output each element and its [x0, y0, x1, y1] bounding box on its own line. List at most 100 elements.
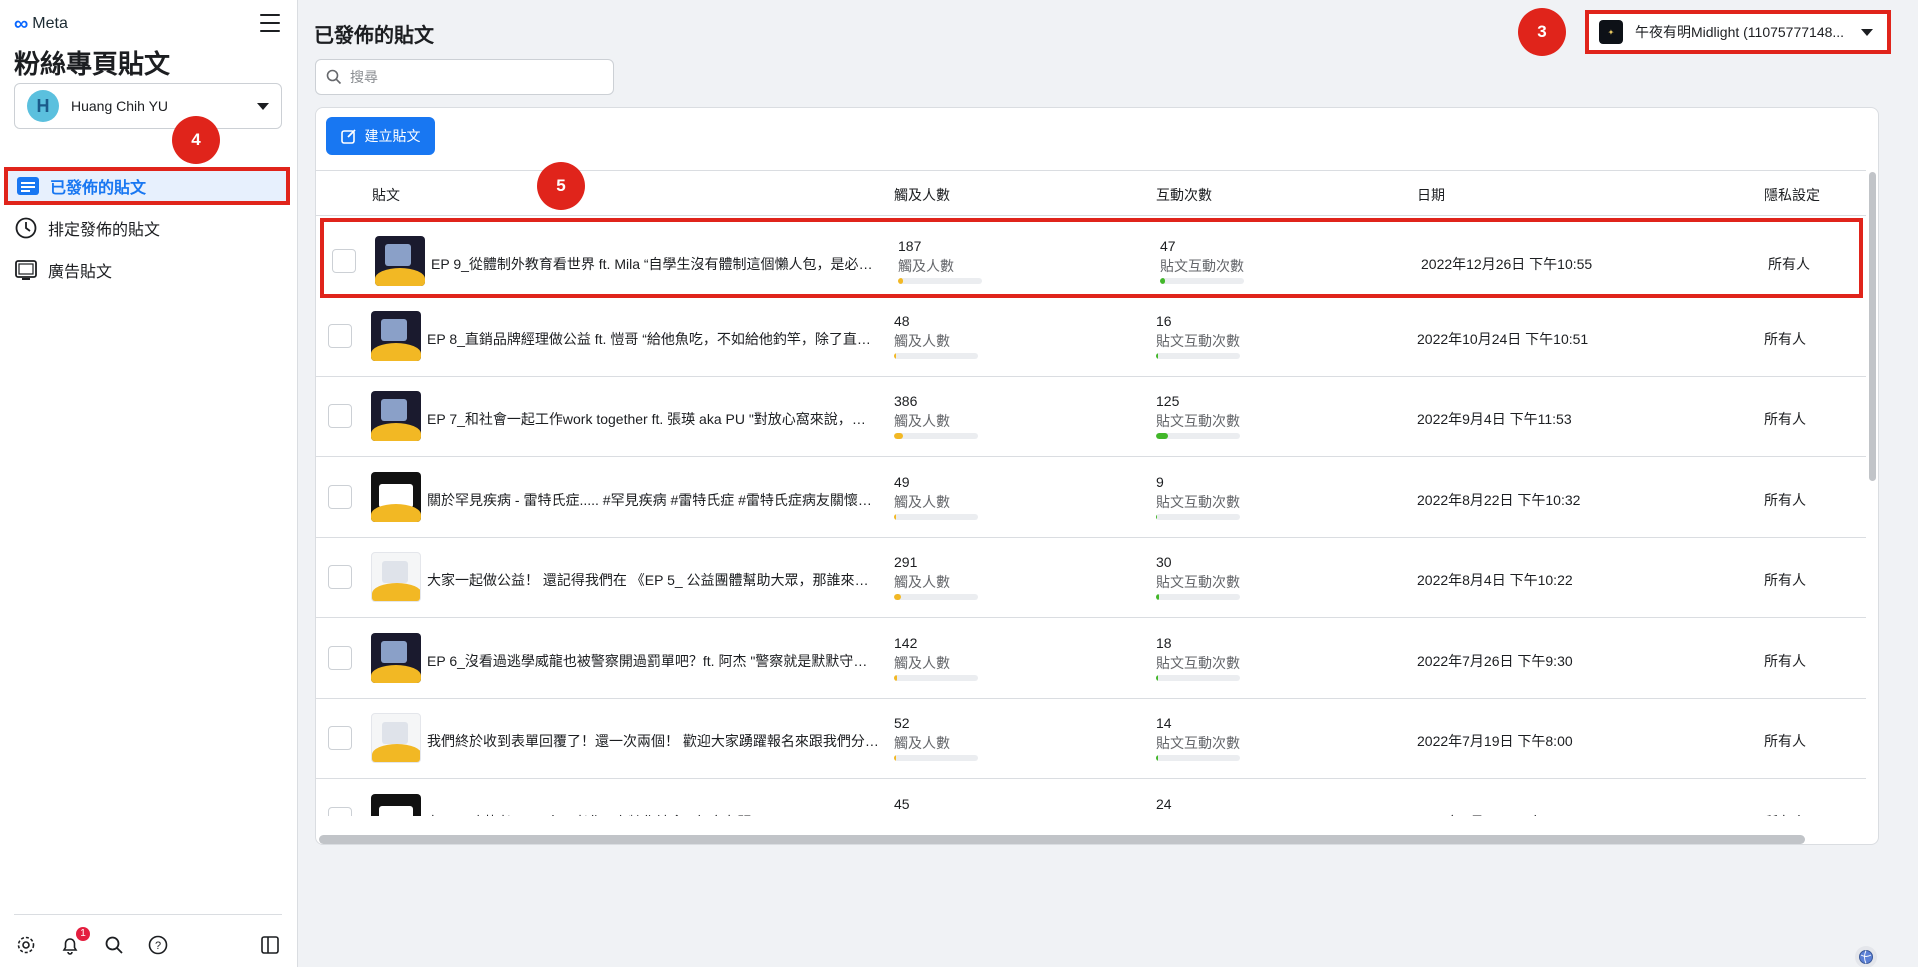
column-header-reach[interactable]: 觸及人數 — [894, 185, 950, 205]
reach-metric: 45 觸及人數 — [894, 796, 978, 816]
avatar: H — [27, 90, 59, 122]
table-row[interactable]: EP 8_直銷品牌經理做公益 ft. 愷哥 “給他魚吃，不如給他釣竿，除了直接…… — [316, 297, 1866, 377]
row-checkbox[interactable] — [332, 249, 356, 273]
create-post-button[interactable]: 建立貼文 — [326, 117, 435, 155]
table-row[interactable]: EP 9_從體制外教育看世界 ft. Mila “自學生沒有體制這個懶人包，是必… — [320, 218, 1863, 298]
reach-metric-bar — [894, 594, 978, 600]
annotation-callout-4: 4 — [172, 116, 220, 164]
sidebar-item-label: 廣告貼文 — [48, 264, 113, 281]
sidebar-item-ad-posts[interactable]: 廣告貼文 — [4, 251, 290, 289]
column-header-engagement[interactable]: 互動次數 — [1156, 185, 1212, 205]
row-checkbox[interactable] — [328, 324, 352, 348]
reach-metric-value: 48 — [894, 313, 910, 329]
page-switcher-name: 午夜有明Midlight (1107577714​8... — [1635, 24, 1845, 40]
gear-icon[interactable] — [14, 933, 38, 957]
post-text[interactable]: 關於罕見疾病 - 雷特氏症..... #罕見疾病 #雷特氏症 #雷特氏症病友關懷… — [427, 490, 879, 510]
engagement-metric: 9 貼文互動次數 — [1156, 474, 1240, 520]
table-row[interactable]: EP 6_沒看過逃學威龍也被警察開過罰單吧？ft. 阿杰 "警察就是默默守護… 1… — [316, 619, 1866, 699]
annotation-callout-3: 3 — [1518, 8, 1566, 56]
reach-metric: 49 觸及人數 — [894, 474, 978, 520]
post-thumbnail[interactable] — [375, 236, 425, 286]
column-header-privacy[interactable]: 隱私設定 — [1764, 185, 1820, 205]
post-text[interactable]: EP 8_直銷品牌經理做公益 ft. 愷哥 “給他魚吃，不如給他釣竿，除了直接… — [427, 329, 879, 349]
reach-metric: 52 觸及人數 — [894, 715, 978, 761]
post-text[interactable]: 大家一起做公益！ 還記得我們在 《EP 5_ 公益團體幫助大眾，那誰來幫… — [427, 570, 879, 590]
post-text[interactable]: EP 7_和社會一起工作work together ft. 張瑛 aka PU … — [427, 409, 879, 429]
post-thumbnail[interactable] — [371, 713, 421, 763]
reach-metric-bar-fill — [894, 433, 904, 439]
meta-logo[interactable]: ∞ Meta — [14, 14, 68, 34]
post-thumbnail[interactable] — [371, 794, 421, 816]
row-checkbox[interactable] — [328, 485, 352, 509]
post-date: 2022年7月18日 下午11:08 — [1417, 812, 1579, 816]
post-text[interactable]: EP 9_從體制外教育看世界 ft. Mila “自學生沒有體制這個懶人包，是必… — [431, 254, 883, 274]
engagement-metric-value: 18 — [1156, 635, 1172, 651]
sidebar-item-scheduled-posts[interactable]: 排定發佈的貼文 — [4, 209, 290, 247]
search-icon — [326, 69, 342, 85]
post-text[interactable]: EP 6_沒看過逃學威龍也被警察開過罰單吧？ft. 阿杰 "警察就是默默守護… — [427, 651, 879, 671]
reach-metric-label: 觸及人數 — [894, 574, 950, 590]
ad-screen-icon — [14, 258, 38, 282]
reach-metric-bar — [894, 353, 978, 359]
post-text[interactable]: 我們終於收到表單回覆了！還一次兩個！ 歡迎大家踴躍報名來跟我們分… — [427, 731, 879, 751]
engagement-metric-bar — [1156, 433, 1240, 439]
horizontal-scrollbar[interactable] — [319, 835, 1805, 844]
help-icon[interactable]: ? — [146, 933, 170, 957]
post-thumbnail[interactable] — [371, 311, 421, 361]
sidebar-title: 粉絲專頁貼文 — [14, 49, 171, 79]
page-switcher[interactable]: ✦ 午夜有明Midlight (1107577714​8... — [1585, 10, 1891, 54]
search-input[interactable] — [350, 69, 590, 85]
vertical-scrollbar[interactable] — [1869, 172, 1876, 481]
reach-metric: 386 觸及人數 — [894, 393, 978, 439]
reach-metric-label: 觸及人數 — [894, 814, 978, 816]
account-name: Huang Chih YU — [71, 98, 169, 114]
reach-metric-bar-fill — [894, 755, 896, 761]
row-checkbox[interactable] — [328, 404, 352, 428]
post-thumbnail[interactable] — [371, 633, 421, 683]
search-box[interactable] — [315, 59, 614, 95]
globe-icon[interactable] — [1855, 946, 1877, 967]
reach-metric-bar-fill — [894, 675, 898, 681]
chevron-down-icon — [1861, 28, 1873, 36]
hamburger-menu-icon[interactable] — [260, 14, 280, 32]
page-avatar: ✦ — [1599, 20, 1623, 44]
engagement-metric-label: 貼文互動次數 — [1156, 413, 1240, 429]
reach-metric: 291 觸及人數 — [894, 554, 978, 600]
reach-metric-label: 觸及人數 — [894, 494, 950, 510]
table-row[interactable]: 關於罕見疾病 - 雷特氏症..... #罕見疾病 #雷特氏症 #雷特氏症病友關懷… — [316, 458, 1866, 538]
table-row[interactable]: 大家一起做公益！ 還記得我們在 《EP 5_ 公益團體幫助大眾，那誰來幫… 291… — [316, 538, 1866, 618]
column-header-post[interactable]: 貼文 — [372, 185, 400, 205]
row-checkbox[interactable] — [328, 807, 352, 816]
sidebar-item-published-posts[interactable]: 已發佈的貼文 — [4, 167, 290, 205]
bell-icon[interactable]: 1 — [58, 927, 90, 957]
post-privacy: 所有人 — [1768, 256, 1810, 272]
engagement-metric-bar-fill — [1156, 433, 1168, 439]
post-thumbnail[interactable] — [371, 552, 421, 602]
search-icon[interactable] — [102, 933, 126, 957]
post-text[interactable]: 有一日咱若老...... #人口老化 #高齡化社會 #午夜有明 — [427, 812, 879, 816]
page-title: 已發佈的貼文 — [314, 25, 434, 47]
post-date: 2022年9月4日 下午11:53 — [1417, 411, 1572, 427]
row-checkbox[interactable] — [328, 726, 352, 750]
table-row[interactable]: EP 7_和社會一起工作work together ft. 張瑛 aka PU … — [316, 377, 1866, 457]
sidebar-toggle-icon[interactable] — [258, 933, 282, 957]
row-checkbox[interactable] — [328, 565, 352, 589]
engagement-metric: 14 貼文互動次數 — [1156, 715, 1240, 761]
engagement-metric-value: 16 — [1156, 313, 1172, 329]
reach-metric-bar — [894, 755, 978, 761]
engagement-metric-value: 24 — [1156, 796, 1172, 812]
engagement-metric: 125 貼文互動次數 — [1156, 393, 1240, 439]
engagement-metric-bar — [1160, 278, 1244, 284]
column-header-date[interactable]: 日期 — [1417, 185, 1445, 205]
post-privacy: 所有人 — [1764, 331, 1806, 347]
table-row[interactable]: 有一日咱若老...... #人口老化 #高齡化社會 #午夜有明 45 觸及人數 24 貼… — [316, 780, 1866, 816]
reach-metric-value: 291 — [894, 554, 918, 570]
meta-brand-text: Meta — [32, 15, 68, 32]
account-selector[interactable]: H Huang Chih YU — [14, 83, 282, 129]
post-thumbnail[interactable] — [371, 391, 421, 441]
row-checkbox[interactable] — [328, 646, 352, 670]
post-thumbnail[interactable] — [371, 472, 421, 522]
engagement-metric: 16 貼文互動次數 — [1156, 313, 1240, 359]
table-row[interactable]: 我們終於收到表單回覆了！還一次兩個！ 歡迎大家踴躍報名來跟我們分… 52 觸及人數 1… — [316, 699, 1866, 779]
notification-badge: 1 — [76, 927, 90, 941]
